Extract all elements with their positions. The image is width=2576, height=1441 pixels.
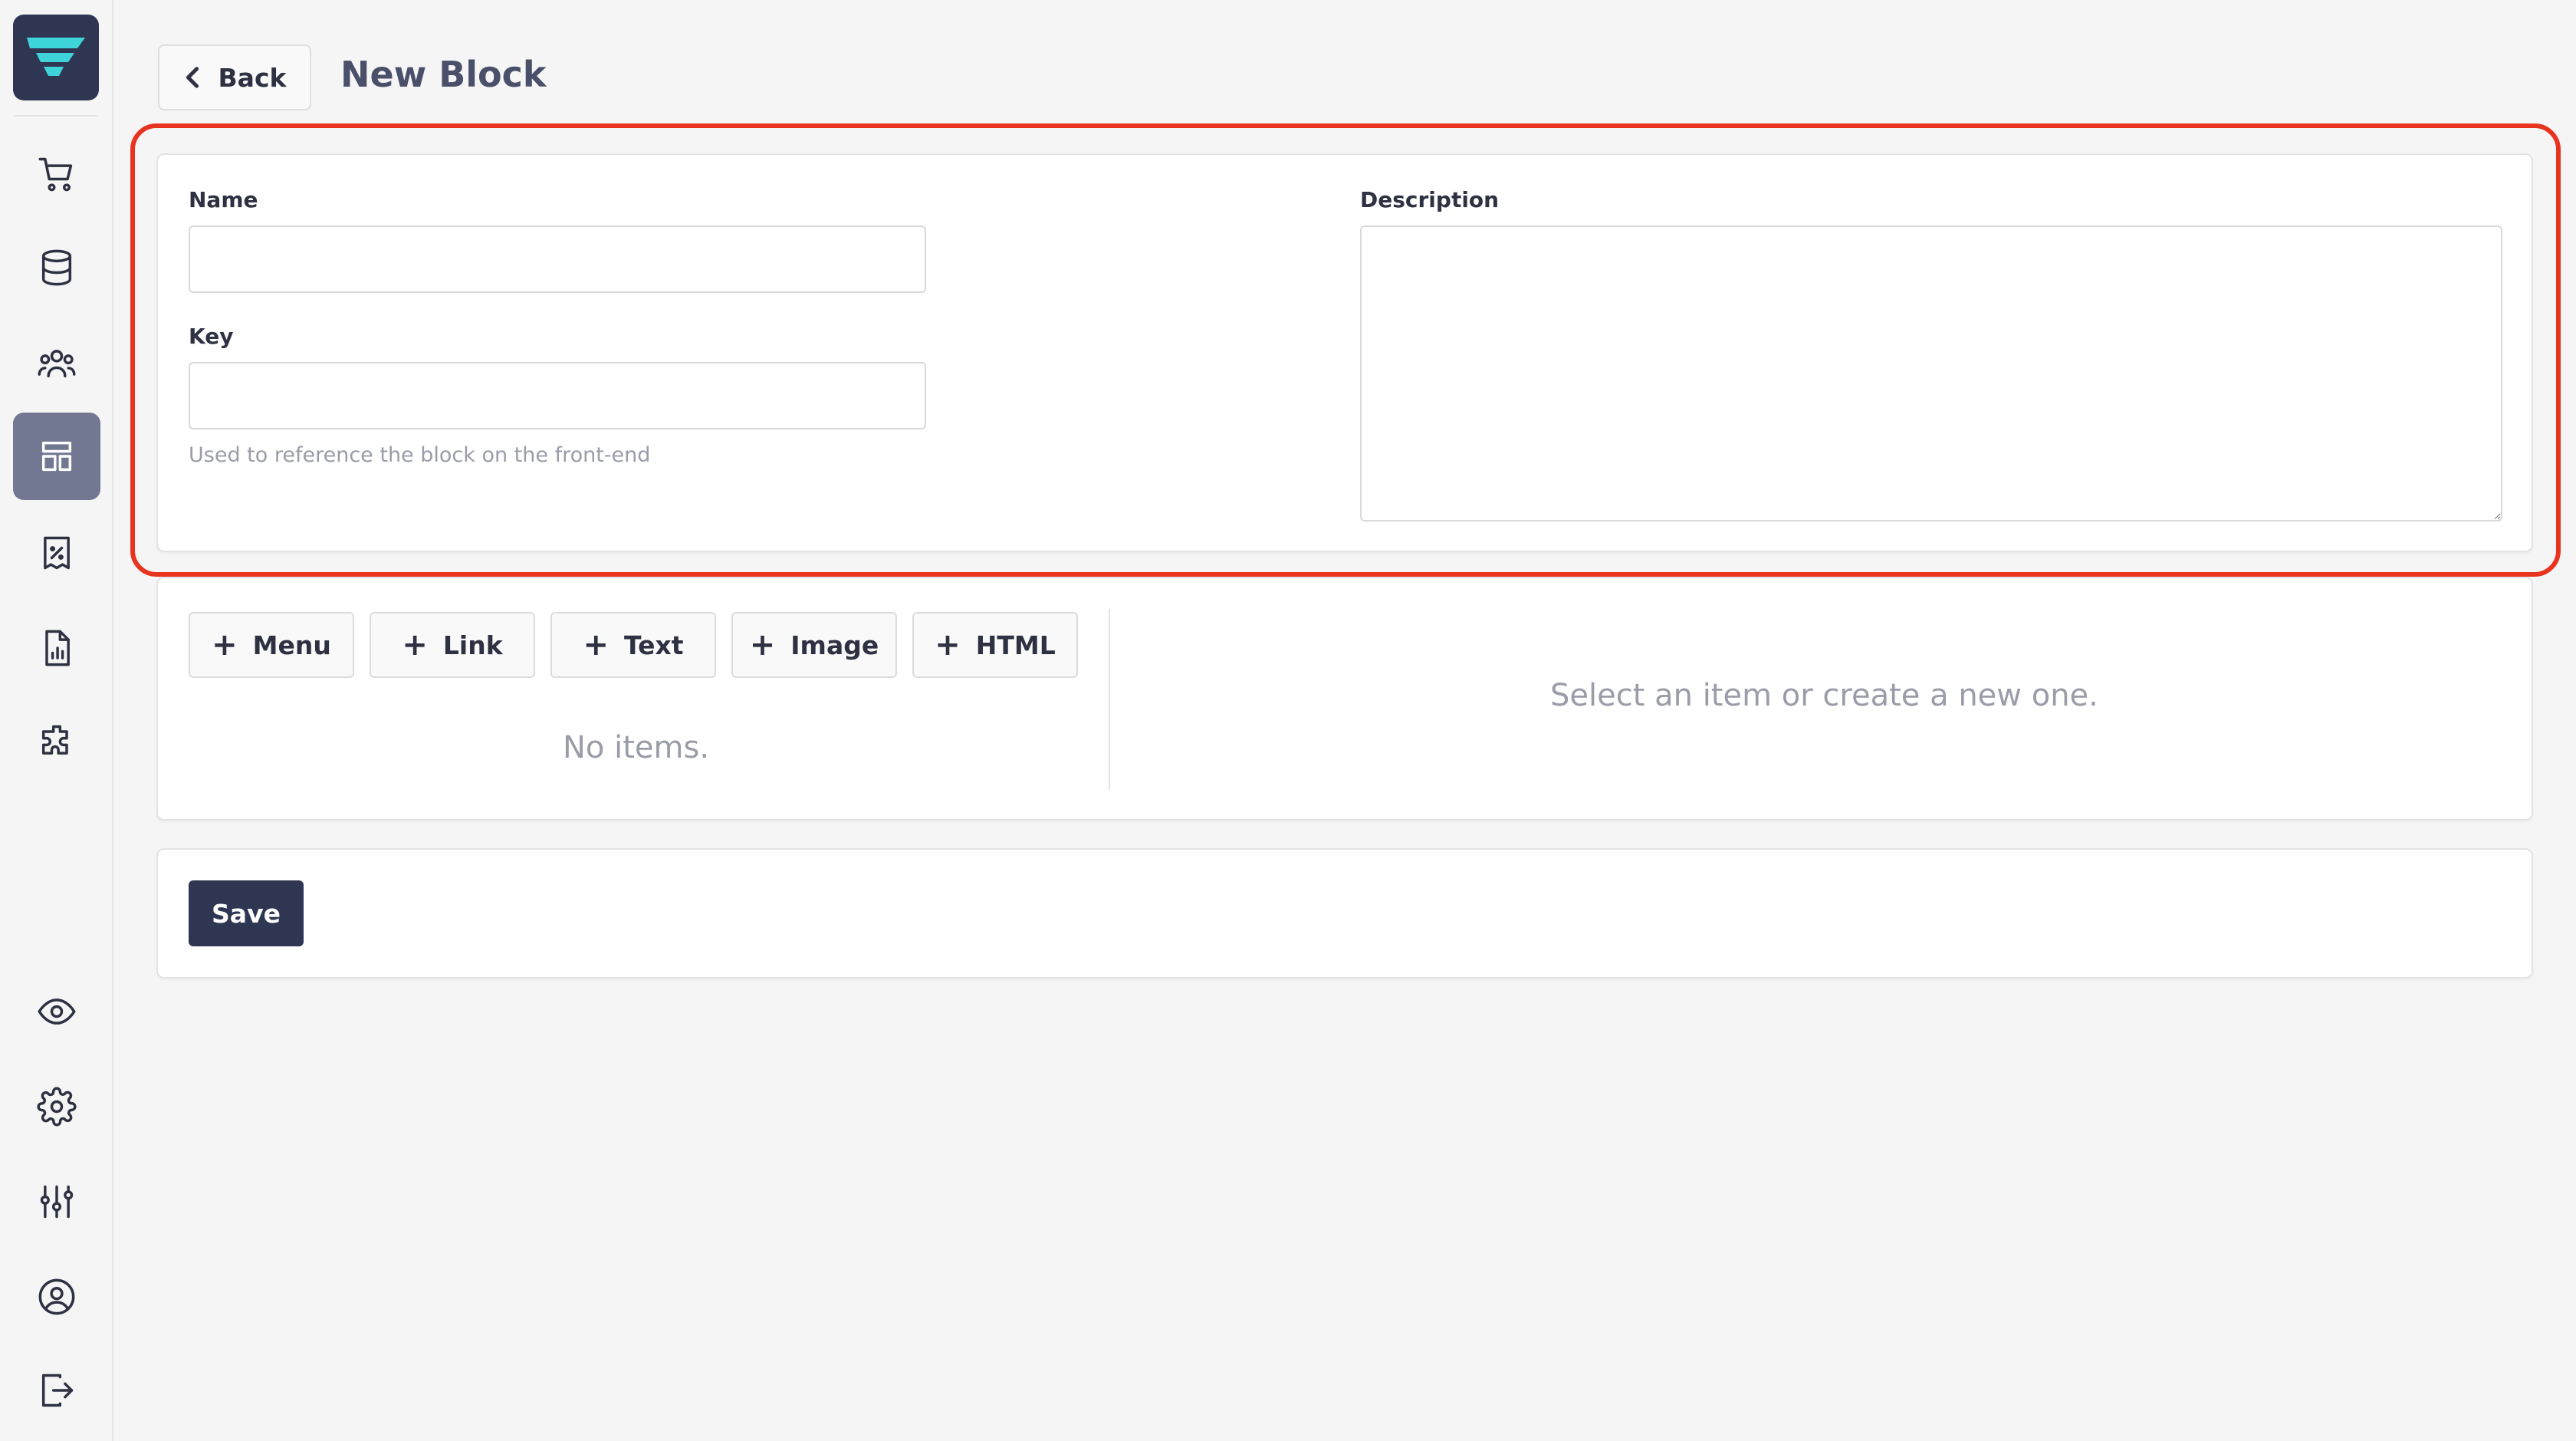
nav-content[interactable] — [13, 413, 100, 500]
add-text-button[interactable]: + Text — [550, 612, 716, 678]
database-icon — [41, 249, 72, 286]
user-circle-icon — [38, 1278, 75, 1315]
page-title: New Block — [340, 54, 547, 95]
add-menu-label: Menu — [252, 630, 331, 660]
plus-icon: + — [402, 627, 428, 663]
chevron-left-icon — [186, 67, 199, 88]
nav-configuration[interactable] — [13, 1158, 100, 1245]
add-text-label: Text — [623, 630, 684, 660]
nav-reports[interactable] — [13, 604, 100, 692]
nav-preview[interactable] — [13, 968, 100, 1055]
plus-icon: + — [749, 627, 776, 663]
cart-icon — [38, 157, 73, 192]
add-image-button[interactable]: + Image — [731, 612, 897, 678]
add-image-label: Image — [790, 630, 879, 660]
nav-plugins[interactable] — [13, 698, 100, 785]
logout-icon — [41, 1374, 74, 1407]
sliders-icon — [40, 1185, 74, 1219]
add-html-button[interactable]: + HTML — [912, 612, 1078, 678]
back-button-label: Back — [218, 62, 287, 93]
add-menu-button[interactable]: + Menu — [189, 612, 354, 678]
plus-icon: + — [583, 627, 609, 663]
empty-items-text: No items. — [563, 730, 710, 765]
nav-orders[interactable] — [13, 130, 100, 218]
nav-discounts[interactable] — [13, 509, 100, 597]
users-icon — [38, 350, 76, 378]
plus-icon: + — [935, 627, 961, 663]
nav-settings[interactable] — [13, 1063, 100, 1150]
eye-icon — [38, 999, 76, 1025]
nav-account[interactable] — [13, 1253, 100, 1341]
highlight-outline — [130, 123, 2561, 577]
report-icon — [45, 630, 70, 666]
back-button[interactable]: Back — [158, 44, 311, 110]
save-button[interactable]: Save — [189, 880, 304, 946]
add-html-label: HTML — [975, 630, 1056, 660]
add-link-button[interactable]: + Link — [370, 612, 535, 678]
actions-card: Save — [156, 848, 2533, 979]
brand-logo[interactable] — [13, 15, 99, 100]
layout-icon — [41, 441, 72, 472]
nav-database[interactable] — [13, 224, 100, 311]
sidebar-divider — [14, 115, 98, 117]
save-button-label: Save — [212, 898, 281, 929]
discount-receipt-icon — [44, 536, 70, 570]
puzzle-icon — [41, 725, 68, 755]
items-divider — [1109, 609, 1110, 790]
sidebar — [0, 0, 113, 1441]
empty-detail-text: Select an item or create a new one. — [1550, 678, 2098, 713]
nav-customers[interactable] — [13, 319, 100, 406]
gear-icon — [37, 1087, 77, 1127]
add-link-label: Link — [442, 630, 503, 660]
plus-icon: + — [212, 627, 238, 663]
block-items-card: + Menu + Link + Text + Image + HTML No i… — [156, 577, 2533, 821]
nav-logout[interactable] — [13, 1347, 100, 1434]
